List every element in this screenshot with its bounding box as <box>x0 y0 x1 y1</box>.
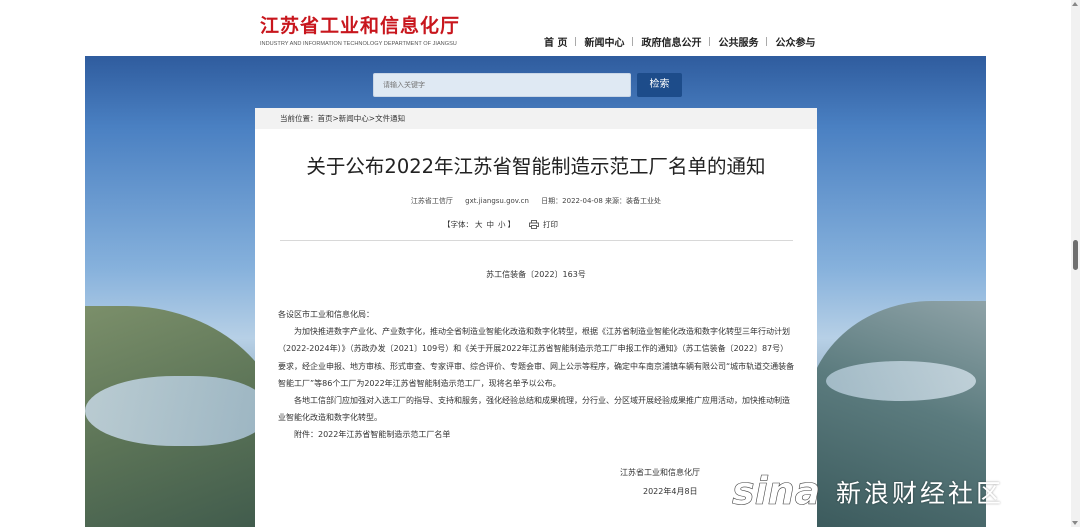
print-button[interactable]: 打印 <box>529 219 558 230</box>
sina-logo-icon: sina <box>732 447 821 513</box>
meta-date-source: 日期：2022-04-08 来源：装备工业处 <box>541 197 662 205</box>
font-size-medium-button[interactable]: 中 <box>487 219 495 230</box>
search-button[interactable]: 检索 <box>637 73 682 97</box>
print-label: 打印 <box>543 220 558 229</box>
watermark-text: 新浪财经社区 <box>836 479 1005 508</box>
title-divider <box>280 240 793 241</box>
main-nav: 首 页 新闻中心 政府信息公开 公共服务 公众参与 <box>536 34 823 49</box>
attachment-link[interactable]: 附件：2022年江苏省智能制造示范工厂名单 <box>278 426 795 443</box>
nav-item-public-service[interactable]: 公共服务 <box>710 34 766 49</box>
breadcrumb-link-home[interactable]: 首页 <box>318 114 333 123</box>
font-size-label: 【字体： <box>443 220 473 229</box>
article-body: 各设区市工业和信息化局： 为加快推进数字产业化、产业数字化，推动全省制造业智能化… <box>278 306 795 444</box>
sina-watermark: sina 新浪财经社区 <box>732 444 1042 514</box>
search-input[interactable] <box>373 73 631 97</box>
site-header: 江苏省工业和信息化厅 INDUSTRY AND INFORMATION TECH… <box>0 0 1080 56</box>
salutation: 各设区市工业和信息化局： <box>278 310 374 319</box>
article-title: 关于公布2022年江苏省智能制造示范工厂名单的通知 <box>306 155 766 178</box>
body-paragraph: 为加快推进数字产业化、产业数字化，推动全省制造业智能化改造和数字化转型，根据《江… <box>278 327 795 388</box>
body-paragraph: 各地工信部门应加强对入选工厂的指导、支持和服务，强化经验总结和成果梳理，分行业、… <box>278 396 790 423</box>
signature-date: 2022年4月8日 <box>643 487 698 496</box>
logo-english-name: INDUSTRY AND INFORMATION TECHNOLOGY DEPA… <box>260 41 457 47</box>
logo-chinese-name: 江苏省工业和信息化厅 <box>260 15 461 37</box>
nav-item-home[interactable]: 首 页 <box>536 34 575 49</box>
nav-item-gov-info[interactable]: 政府信息公开 <box>633 34 709 49</box>
page-scrollbar[interactable] <box>1071 0 1080 527</box>
breadcrumb-prefix: 当前位置： <box>280 114 318 123</box>
svg-text:sina: sina <box>732 469 820 510</box>
scroll-down-arrow-icon[interactable] <box>1072 521 1078 525</box>
font-size-small-button[interactable]: 小 <box>498 219 506 230</box>
article-meta: 江苏省工信厅 gxt.jiangsu.gov.cn 日期：2022-04-08 … <box>255 196 817 206</box>
nav-item-public-participation[interactable]: 公众参与 <box>767 34 823 49</box>
background-river-right <box>826 361 976 401</box>
site-logo[interactable]: 江苏省工业和信息化厅 INDUSTRY AND INFORMATION TECH… <box>260 14 460 49</box>
meta-publisher: 江苏省工信厅 <box>410 197 453 205</box>
article-tools: 【字体： 大 中 小 】 打印 <box>443 219 558 230</box>
breadcrumb-link-notices[interactable]: 文件通知 <box>375 114 405 123</box>
document-number: 苏工信装备〔2022〕163号 <box>486 270 586 279</box>
meta-site: gxt.jiangsu.gov.cn <box>465 197 529 205</box>
signature-org: 江苏省工业和信息化厅 <box>620 468 700 477</box>
scrollbar-thumb[interactable] <box>1073 240 1078 270</box>
breadcrumb: 当前位置：首页>新闻中心>文件通知 <box>255 108 817 129</box>
nav-item-news-center[interactable]: 新闻中心 <box>576 34 632 49</box>
font-size-label-close: 】 <box>507 220 516 229</box>
breadcrumb-link-news[interactable]: 新闻中心 <box>339 114 369 123</box>
printer-icon <box>529 220 539 229</box>
font-size-large-button[interactable]: 大 <box>475 219 483 230</box>
background-river-left <box>85 376 265 446</box>
scroll-up-arrow-icon[interactable] <box>1072 2 1078 6</box>
